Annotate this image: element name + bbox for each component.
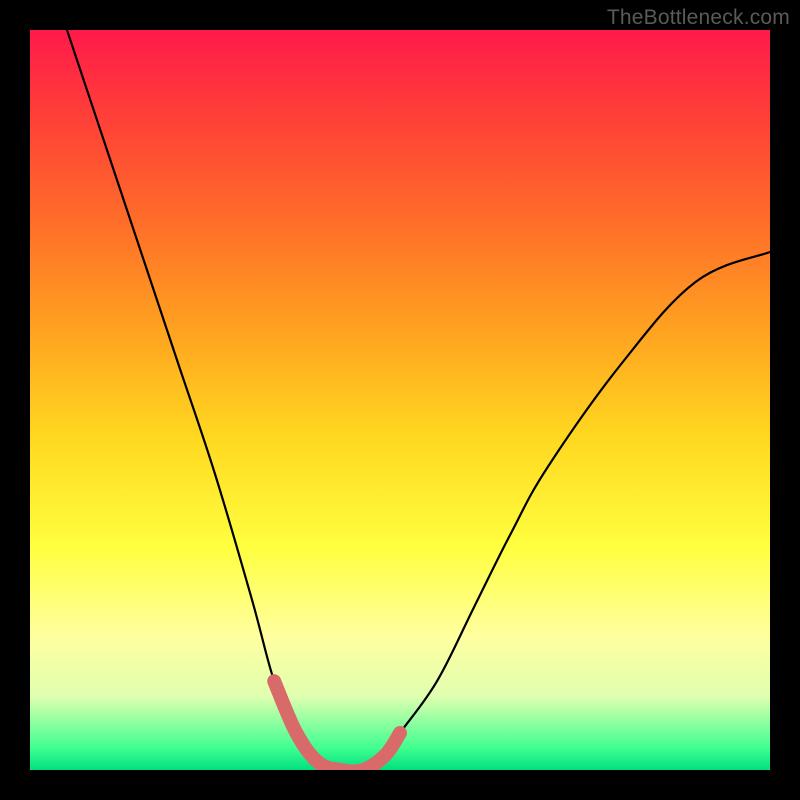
chart-container: TheBottleneck.com <box>0 0 800 800</box>
bottleneck-curve <box>67 30 770 770</box>
plot-area <box>30 30 770 770</box>
curve-layer <box>30 30 770 770</box>
watermark-text: TheBottleneck.com <box>607 6 790 30</box>
optimal-range-highlight <box>274 681 400 770</box>
